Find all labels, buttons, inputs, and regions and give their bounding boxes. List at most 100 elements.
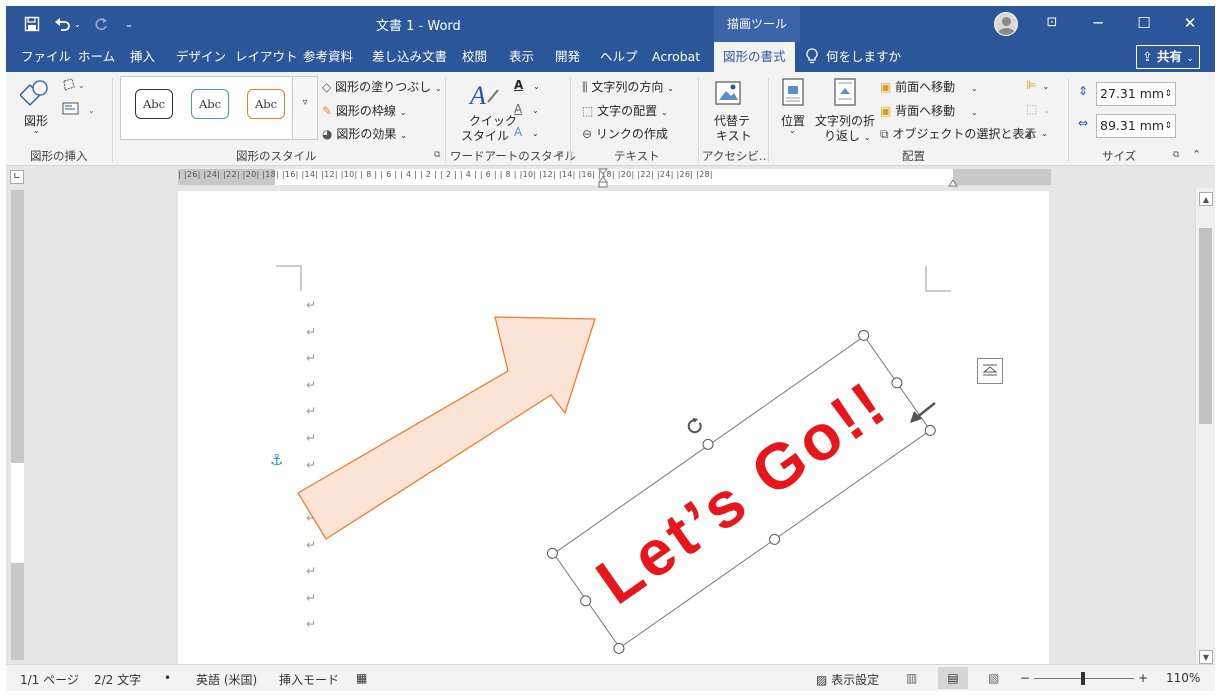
effects-icon: ◕ xyxy=(322,127,333,141)
alt-text-icon[interactable] xyxy=(714,78,744,111)
insert-mode-status[interactable]: 挿入モード xyxy=(279,671,339,688)
shape-width-input[interactable]: 89.31 mm ⇕ xyxy=(1096,114,1176,138)
text-box-icon[interactable]: ⌄ xyxy=(62,102,98,119)
indent-marker-icon[interactable] xyxy=(597,168,609,188)
scroll-up-icon[interactable]: ▲ xyxy=(1199,192,1213,206)
close-button[interactable]: ✕ xyxy=(1167,6,1213,42)
dialog-launcher-icon[interactable]: ⧉ xyxy=(434,150,440,160)
document-page[interactable]: ↵ ↵ ↵ ↵ ↵ ↵ ↵ ↵ ↵ ↵ ↵ ↵ ⚓ Let’s Go!! xyxy=(178,191,1049,664)
tab-home[interactable]: ホーム xyxy=(78,42,115,72)
tab-selector-icon[interactable]: ∟ xyxy=(10,170,24,184)
tab-help[interactable]: ヘルプ xyxy=(600,42,638,72)
shape-fill-button[interactable]: ◇ 図形の塗りつぶし ⌄ xyxy=(322,78,442,95)
rotate-icon: ◭ xyxy=(1026,125,1036,139)
position-icon[interactable] xyxy=(782,78,806,111)
title-bar: ⌄ ₌ 文書 1 - Word 描画ツール ⊡ ─ ☐ ✕ xyxy=(6,6,1215,42)
vertical-scrollbar[interactable]: ▲ ▼ xyxy=(1195,188,1215,664)
tab-design[interactable]: デザイン xyxy=(176,42,226,72)
text-outline-button[interactable]: A ⌄ xyxy=(514,102,539,116)
tab-layout[interactable]: レイアウト xyxy=(235,42,298,72)
tab-references[interactable]: 参考資料 xyxy=(303,42,353,72)
window-title: 文書 1 - Word xyxy=(376,19,461,34)
redo-icon[interactable] xyxy=(94,6,108,42)
collapse-ribbon-icon[interactable]: ⌃ xyxy=(1192,148,1201,161)
tab-acrobat[interactable]: Acrobat xyxy=(652,42,700,72)
divider xyxy=(570,78,571,162)
scroll-thumb[interactable] xyxy=(1199,228,1212,424)
spinner-icon[interactable]: ⇕ xyxy=(1164,115,1172,137)
display-settings-button[interactable]: ▨ 表示設定 xyxy=(816,671,879,688)
macro-record-icon[interactable]: ▦ xyxy=(356,671,367,685)
zoom-out-button[interactable]: − xyxy=(1020,671,1030,685)
selection-pane-button[interactable]: ⧉ オブジェクトの選択と表示 xyxy=(880,125,1036,142)
zoom-level[interactable]: 110% xyxy=(1166,671,1200,685)
create-link-button[interactable]: ⊖ リンクの作成 xyxy=(582,125,668,142)
wordart-quick-style-icon[interactable]: A xyxy=(468,78,500,113)
minimize-button[interactable]: ─ xyxy=(1075,6,1121,42)
align-button[interactable]: ⊫ ⌄ xyxy=(1026,78,1049,92)
text-fill-icon: A xyxy=(514,78,524,92)
shape-style-gallery[interactable]: Abc Abc Abc xyxy=(120,76,318,140)
shapes-gallery-button[interactable] xyxy=(19,78,50,111)
right-indent-marker-icon[interactable] xyxy=(948,176,958,187)
style-preset-2[interactable]: Abc xyxy=(191,89,229,119)
read-mode-icon[interactable]: ▥ xyxy=(906,671,917,685)
share-button[interactable]: ⇪ 共有 ⌄ xyxy=(1136,45,1200,69)
align-text-button[interactable]: ⬚ 文字の配置 ⌄ xyxy=(582,102,668,119)
layout-options-icon[interactable] xyxy=(977,358,1003,384)
rotate-button[interactable]: ◭ ⌄ xyxy=(1026,125,1048,139)
bring-forward-button[interactable]: ▣ 前面へ移動 ⌄ xyxy=(880,78,978,95)
chevron-down-icon: ⌄ xyxy=(532,129,539,138)
text-effects-button[interactable]: A ⌄ xyxy=(514,125,539,139)
style-preset-3[interactable]: Abc xyxy=(247,89,285,119)
page-count[interactable]: 1/1 ページ xyxy=(20,671,79,688)
shape-height-input[interactable]: 27.31 mm ⇕ xyxy=(1096,82,1176,106)
dialog-launcher-icon[interactable]: ⧉ xyxy=(1173,150,1179,160)
text-fill-button[interactable]: A ⌄ xyxy=(514,78,540,92)
paragraph-mark: ↵ xyxy=(306,564,317,578)
customize-quick-access-icon[interactable]: ₌ xyxy=(126,6,132,42)
tab-mailings[interactable]: 差し込み文書 xyxy=(372,42,447,72)
edit-shape-icon[interactable]: ⌄ xyxy=(62,78,88,95)
tab-file[interactable]: ファイル xyxy=(21,42,71,72)
scroll-down-icon[interactable]: ▼ xyxy=(1199,650,1213,664)
save-icon[interactable] xyxy=(24,6,40,42)
tab-developer[interactable]: 開発 xyxy=(555,42,580,72)
tab-review[interactable]: 校閲 xyxy=(462,42,487,72)
shape-outline-button[interactable]: ✎ 図形の枠線 ⌄ xyxy=(322,102,406,119)
dialog-launcher-icon[interactable]: ⧉ xyxy=(557,150,563,160)
maximize-button[interactable]: ☐ xyxy=(1121,6,1167,42)
text-direction-button[interactable]: ⫼ 文字列の方向 ⌄ xyxy=(582,78,674,95)
zoom-in-button[interactable]: + xyxy=(1138,671,1148,685)
word-count[interactable]: 2/2 文字 xyxy=(94,671,141,688)
anchor-icon[interactable]: ⚓ xyxy=(270,451,283,469)
web-layout-icon[interactable]: ▧ xyxy=(988,671,999,685)
group-objects-button[interactable]: ⬚ ⌄ xyxy=(1026,102,1050,116)
ribbon: 図形 ⌄ ⌄ ⌄ 図形の挿入 Abc Abc Abc ▿ ◇ 図形の塗りつぶし … xyxy=(6,72,1215,166)
document-area[interactable]: ↵ ↵ ↵ ↵ ↵ ↵ ↵ ↵ ↵ ↵ ↵ ↵ ⚓ Let’s Go!! xyxy=(28,188,1195,664)
send-backward-button[interactable]: ▣ 背面へ移動 ⌄ xyxy=(880,102,978,119)
gallery-more-button[interactable]: ▿ xyxy=(292,76,318,140)
tab-insert[interactable]: 挿入 xyxy=(130,42,155,72)
spinner-icon[interactable]: ⇕ xyxy=(1164,83,1172,105)
tab-view[interactable]: 表示 xyxy=(509,42,534,72)
style-preset-1[interactable]: Abc xyxy=(135,89,173,119)
tell-me-search[interactable]: 何をしますか xyxy=(806,42,901,72)
chevron-down-icon: ⌄ xyxy=(400,131,407,140)
wrap-text-icon[interactable] xyxy=(834,78,858,111)
vertical-ruler[interactable] xyxy=(6,188,28,664)
tab-shape-format[interactable]: 図形の書式 xyxy=(714,42,795,72)
group-icon: ⬚ xyxy=(1026,102,1038,116)
avatar[interactable] xyxy=(994,12,1018,36)
shape-outline-label: 図形の枠線 xyxy=(335,104,396,118)
chevron-down-icon: ⌄ xyxy=(971,84,978,93)
divider xyxy=(1068,78,1069,162)
print-layout-icon[interactable]: ▤ xyxy=(938,667,968,689)
zoom-slider-thumb[interactable] xyxy=(1081,672,1085,685)
ribbon-display-options-icon[interactable]: ⊡ xyxy=(1029,6,1075,42)
horizontal-ruler[interactable]: ∟ | |26| |24| |22| |20| |18| |16| |14| |… xyxy=(6,166,1215,188)
shape-effects-button[interactable]: ◕ 図形の効果 ⌄ xyxy=(322,125,407,142)
language-status[interactable]: 英語 (米国) xyxy=(196,671,257,688)
block-arrow-shape[interactable] xyxy=(293,311,598,546)
undo-icon[interactable]: ⌄ xyxy=(54,6,81,42)
